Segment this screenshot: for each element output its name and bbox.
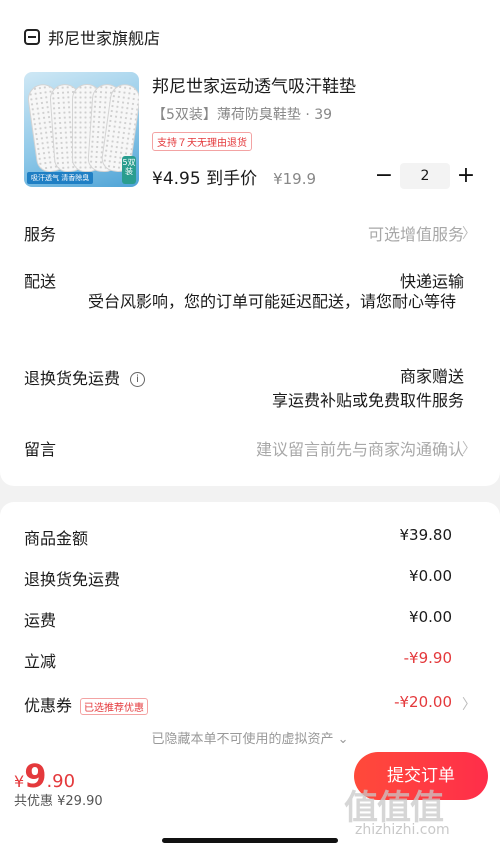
watermark-url: zhizhizhi.com (355, 822, 450, 838)
info-icon[interactable]: i (130, 372, 146, 387)
shipping-value: ¥0.00 (409, 608, 452, 626)
goods-amount-value: ¥39.80 (399, 526, 453, 544)
chevron-right-icon[interactable]: 〉 (462, 438, 476, 458)
image-caption: 吸汗透气 清香除臭 (27, 172, 94, 184)
total-decimal: .90 (46, 771, 76, 792)
currency-symbol: ¥ (14, 772, 25, 791)
pack-badge: 5双装 (122, 156, 136, 184)
coupon-label-text: 优惠券 (24, 696, 73, 715)
final-price: ¥4.95 到手价 (152, 169, 258, 189)
coupon-tag: 已选推荐优惠 (80, 698, 149, 715)
total-saved: 共优惠 ¥29.90 (14, 794, 103, 809)
store-icon (24, 29, 40, 45)
product-spec[interactable]: 【5双装】薄荷防臭鞋垫 · 39 (152, 104, 332, 124)
shop-header[interactable]: 邦尼世家旗舰店 (24, 25, 160, 49)
goods-amount-label: 商品金额 (24, 529, 89, 548)
product-image[interactable]: 5双装 吸汗透气 清香除臭 (24, 72, 139, 187)
discount-value: -¥9.90 (403, 649, 452, 667)
return-fee-summary-label: 退换货免运费 (24, 570, 121, 589)
shipping-label: 运费 (24, 611, 57, 630)
return-fee-label-text: 退换货免运费 (24, 369, 121, 388)
delivery-notice: 受台风影响，您的订单可能延迟配送，请您耐心等待 (87, 292, 456, 311)
plus-button[interactable]: + (456, 163, 476, 189)
quantity-input[interactable]: 2 (400, 163, 450, 189)
return-fee-label: 退换货免运费 i (24, 365, 146, 389)
refund-tag: 支持７天无理由退货 (152, 132, 252, 151)
return-fee-desc: 享运费补贴或免费取件服务 (271, 391, 464, 410)
delivery-value: 快递运输 (399, 272, 464, 291)
return-fee-summary-value: ¥0.00 (409, 567, 452, 585)
quantity-stepper: − 2 + (374, 163, 476, 189)
shop-name: 邦尼世家旗舰店 (48, 29, 161, 48)
price-row: ¥4.95 到手价 ¥19.9 (152, 164, 316, 189)
discount-label: 立减 (24, 652, 57, 671)
service-label: 服务 (24, 225, 57, 244)
service-value[interactable]: 可选增值服务 (368, 221, 464, 245)
message-label: 留言 (24, 440, 57, 459)
minus-button[interactable]: − (374, 163, 394, 189)
return-fee-value: 商家赠送 (399, 367, 464, 386)
coupon-value[interactable]: -¥20.00 (394, 693, 452, 711)
message-input[interactable]: 建议留言前先与商家沟通确认 (256, 436, 464, 460)
product-title[interactable]: 邦尼世家运动透气吸汗鞋垫 (152, 72, 356, 97)
chevron-right-icon[interactable]: 〉 (462, 694, 476, 714)
delivery-label: 配送 (24, 272, 57, 291)
home-indicator (162, 838, 338, 843)
chevron-right-icon[interactable]: 〉 (462, 223, 476, 243)
coupon-label[interactable]: 优惠券 已选推荐优惠 (24, 692, 149, 716)
original-price: ¥19.9 (273, 170, 317, 188)
